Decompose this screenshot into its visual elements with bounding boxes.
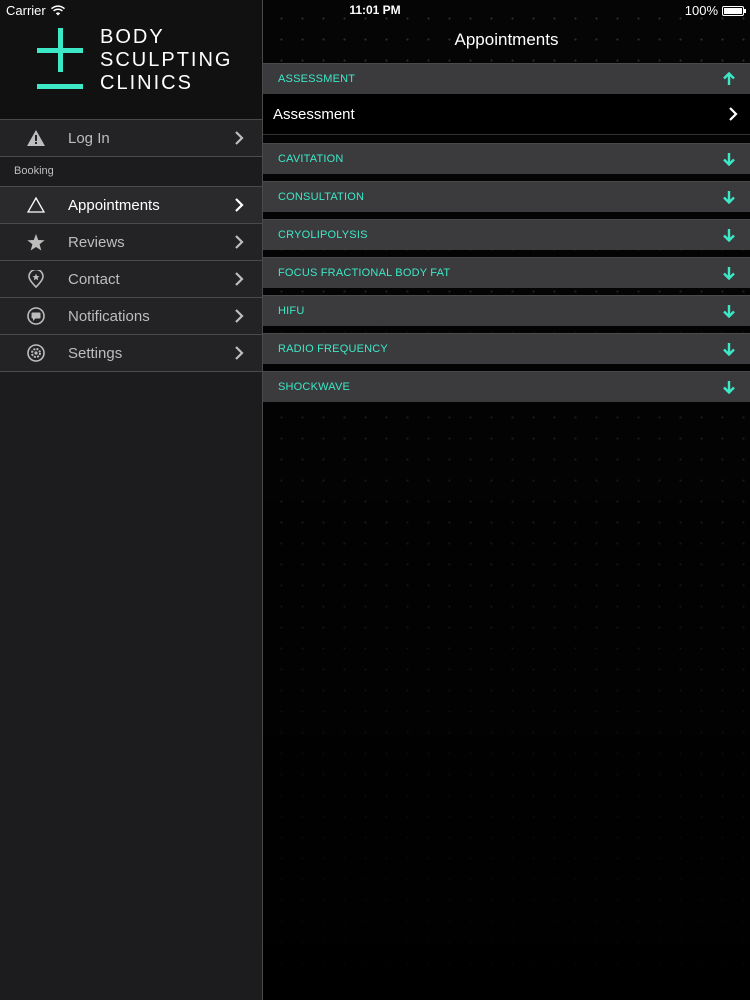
section-header-cryolipolysis[interactable]: CRYOLIPOLYSIS (263, 219, 750, 250)
chevron-right-icon (235, 309, 244, 323)
section-header-assessment[interactable]: ASSESSMENT (263, 63, 750, 94)
star-icon (26, 233, 46, 251)
brand-line-1: BODY (100, 26, 165, 48)
sidebar-item-contact[interactable]: Contact (0, 261, 262, 298)
section-header-hifu[interactable]: HIFU (263, 295, 750, 326)
brand-line-3: CLINICS (100, 72, 193, 94)
triangle-icon (26, 196, 46, 214)
section-label: HIFU (278, 305, 305, 317)
sidebar-item-label: Settings (68, 344, 123, 362)
chevron-right-icon (235, 346, 244, 360)
main-content: Appointments ASSESSMENT Assessment CAVIT… (263, 0, 750, 1000)
sidebar-item-notifications[interactable]: Notifications (0, 298, 262, 335)
section-header-cavitation[interactable]: CAVITATION (263, 143, 750, 174)
battery-fill (724, 7, 742, 14)
warning-icon (26, 129, 46, 147)
sidebar-item-label: Notifications (68, 307, 150, 325)
brand-line-2: SCULPTING (100, 49, 233, 71)
sidebar-menu: Log In Booking Appointments Reviews Cont… (0, 119, 262, 372)
arrow-down-icon (723, 191, 735, 204)
section-label: RADIO FREQUENCY (278, 343, 388, 355)
section-header-shockwave[interactable]: SHOCKWAVE (263, 371, 750, 402)
chat-bubble-icon (26, 307, 46, 325)
chevron-right-icon (235, 235, 244, 249)
section-label: FOCUS FRACTIONAL BODY FAT (278, 267, 451, 279)
location-pin-icon (26, 270, 46, 288)
section-label: CONSULTATION (278, 191, 365, 203)
app-screen: Carrier 11:01 PM 100% BODY SCULPTING CLI… (0, 0, 750, 1000)
arrow-up-icon (723, 72, 735, 85)
plus-minus-logo-icon (37, 28, 83, 89)
sidebar-item-log-in[interactable]: Log In (0, 119, 262, 157)
sidebar-item-reviews[interactable]: Reviews (0, 224, 262, 261)
chevron-right-icon (235, 131, 244, 145)
section-label: SHOCKWAVE (278, 381, 351, 393)
arrow-down-icon (723, 343, 735, 356)
section-header-radio-frequency[interactable]: RADIO FREQUENCY (263, 333, 750, 364)
sidebar-item-appointments[interactable]: Appointments (0, 187, 262, 224)
sidebar-item-label: Reviews (68, 233, 125, 251)
section-header-consultation[interactable]: CONSULTATION (263, 181, 750, 212)
status-time: 11:01 PM (349, 3, 401, 17)
sidebar-item-settings[interactable]: Settings (0, 335, 262, 372)
arrow-down-icon (723, 305, 735, 318)
chevron-right-icon (729, 107, 738, 121)
battery-indicator: 100% (684, 3, 746, 18)
section-label: ASSESSMENT (278, 73, 356, 85)
chevron-right-icon (235, 272, 244, 286)
appointments-accordion: ASSESSMENT Assessment CAVITATION CONSULT… (263, 63, 750, 409)
section-label: CAVITATION (278, 153, 344, 165)
arrow-down-icon (723, 381, 735, 394)
brand-name: BODY SCULPTING CLINICS (100, 26, 232, 95)
battery-percent: 100% (684, 3, 718, 18)
gear-icon (26, 344, 46, 362)
list-item-assessment[interactable]: Assessment (263, 94, 750, 135)
section-header-focus-fractional-body-fat[interactable]: FOCUS FRACTIONAL BODY FAT (263, 257, 750, 288)
page-title: Appointments (454, 30, 559, 49)
chevron-right-icon (235, 198, 244, 212)
status-bar: Carrier 11:01 PM 100% (0, 0, 750, 22)
sidebar: BODY SCULPTING CLINICS Log In Booking Ap… (0, 0, 263, 1000)
sidebar-item-label: Contact (68, 270, 120, 288)
arrow-down-icon (723, 229, 735, 242)
sidebar-item-label: Appointments (68, 196, 160, 214)
section-label: CRYOLIPOLYSIS (278, 229, 368, 241)
arrow-down-icon (723, 153, 735, 166)
list-item-label: Assessment (273, 106, 355, 123)
section-label-booking: Booking (0, 157, 262, 187)
arrow-down-icon (723, 267, 735, 280)
sidebar-item-label: Log In (68, 129, 110, 147)
battery-icon (722, 5, 746, 16)
